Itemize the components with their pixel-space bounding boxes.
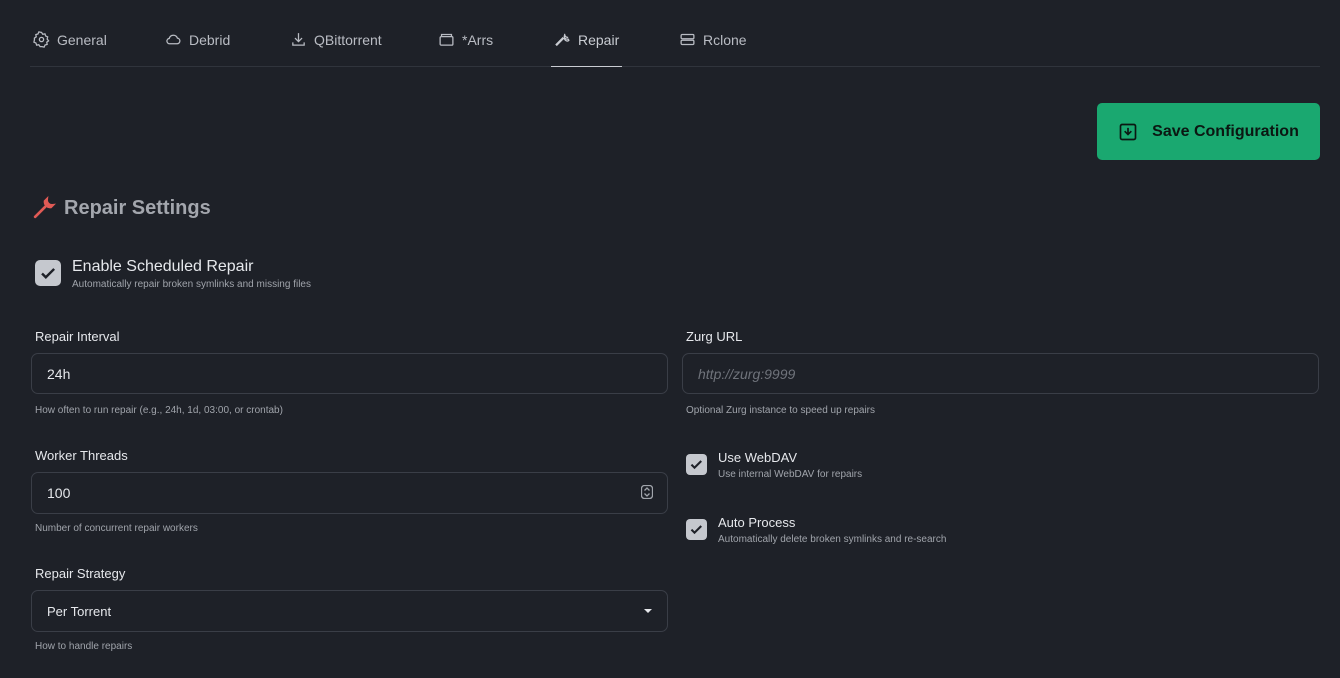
save-icon <box>1119 123 1137 140</box>
tab-repair[interactable]: Repair <box>550 30 623 67</box>
checkmark-icon <box>690 460 703 470</box>
wrench-icon <box>33 196 56 219</box>
enable-repair-description: Automatically repair broken symlinks and… <box>72 279 311 290</box>
tab-rclone-label: Rclone <box>703 32 747 48</box>
worker-threads-field <box>31 472 668 514</box>
repair-strategy-value: Per Torrent <box>47 603 112 619</box>
zurg-url-help: Optional Zurg instance to speed up repai… <box>686 405 875 416</box>
auto-process-checkbox[interactable] <box>686 519 707 540</box>
tab-qbittorrent[interactable]: QBittorrent <box>290 30 382 66</box>
use-webdav-description: Use internal WebDAV for repairs <box>718 469 863 480</box>
save-configuration-label: Save Configuration <box>1152 122 1299 140</box>
settings-tabs: General Debrid QBittorrent *Arrs Repair … <box>30 0 1320 67</box>
tab-arrs-label: *Arrs <box>462 32 494 48</box>
repair-strategy-help: How to handle repairs <box>35 641 133 652</box>
auto-process-label: Auto Process <box>718 515 796 530</box>
wrench-icon <box>555 33 570 47</box>
number-stepper-icon[interactable] <box>641 485 653 499</box>
repair-interval-label: Repair Interval <box>35 329 120 344</box>
gear-icon <box>33 31 50 48</box>
use-webdav: Use WebDAV Use internal WebDAV for repai… <box>686 450 862 480</box>
section-title: Repair Settings <box>31 196 211 221</box>
enable-repair-label: Enable Scheduled Repair <box>72 258 254 275</box>
tab-qbittorrent-label: QBittorrent <box>314 32 382 48</box>
repair-strategy-select[interactable]: Per Torrent <box>31 590 668 632</box>
save-configuration-button[interactable]: Save Configuration <box>1097 103 1320 160</box>
tab-general[interactable]: General <box>33 30 107 66</box>
cloud-icon <box>166 34 181 45</box>
tab-repair-label: Repair <box>578 32 620 48</box>
tab-arrs[interactable]: *Arrs <box>438 30 493 66</box>
worker-threads-help: Number of concurrent repair workers <box>35 523 198 534</box>
worker-threads-input[interactable] <box>31 472 668 514</box>
auto-process: Auto Process Automatically delete broken… <box>686 515 946 545</box>
tab-rclone[interactable]: Rclone <box>679 30 747 66</box>
auto-process-description: Automatically delete broken symlinks and… <box>718 534 947 545</box>
repair-interval-help: How often to run repair (e.g., 24h, 1d, … <box>35 405 283 416</box>
checkmark-icon <box>690 525 703 535</box>
box-icon <box>439 33 454 46</box>
enable-repair-checkbox[interactable] <box>35 260 61 286</box>
download-icon <box>292 33 305 46</box>
zurg-url-input[interactable] <box>682 353 1319 394</box>
zurg-url-label: Zurg URL <box>686 329 743 344</box>
repair-interval-input[interactable] <box>31 353 668 394</box>
chevron-down-icon <box>644 609 652 613</box>
section-title-text: Repair Settings <box>64 197 211 219</box>
tab-debrid[interactable]: Debrid <box>165 30 230 66</box>
use-webdav-label: Use WebDAV <box>718 450 797 465</box>
tab-debrid-label: Debrid <box>189 32 231 48</box>
server-icon <box>680 33 695 46</box>
tab-general-label: General <box>57 32 107 48</box>
checkmark-icon <box>41 267 55 279</box>
use-webdav-checkbox[interactable] <box>686 454 707 475</box>
repair-strategy-label: Repair Strategy <box>35 566 126 581</box>
worker-threads-label: Worker Threads <box>35 448 128 463</box>
enable-scheduled-repair: Enable Scheduled Repair Automatically re… <box>35 258 311 290</box>
